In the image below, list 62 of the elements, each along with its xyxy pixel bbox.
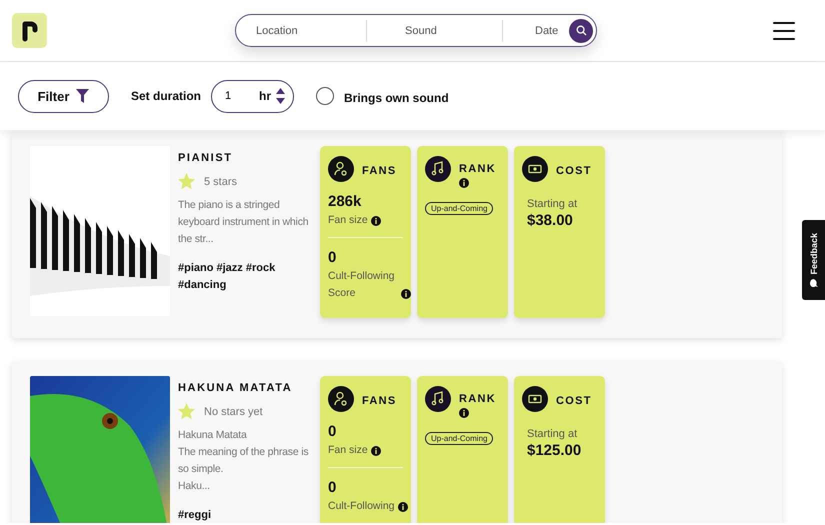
- rank-heading: RANK: [459, 163, 496, 175]
- info-icon: [401, 289, 411, 299]
- fan-size-value: 286k: [328, 193, 362, 210]
- unit-label: hr: [259, 89, 272, 103]
- cult-score-label: Cult-Following: [328, 499, 395, 514]
- listing-title: PIANIST: [178, 152, 234, 164]
- info-icon: [370, 446, 381, 456]
- fans-heading: FANS: [362, 395, 397, 407]
- search-field[interactable]: Location: [254, 24, 366, 38]
- listing-tags: #piano #jazz #rock #dancing: [178, 260, 312, 294]
- fan-size-label: Fan size: [328, 443, 368, 458]
- cult-score-label: Cult-Following Score: [328, 269, 396, 301]
- speech-bubble-icon: [810, 278, 818, 287]
- price-prefix: Starting at: [527, 198, 578, 210]
- rank-badge: Up-and-Coming: [425, 432, 494, 445]
- price-value: $38.00: [527, 212, 574, 229]
- listing-title: HAKUNA MATATA: [178, 382, 294, 394]
- cash-icon: [522, 386, 548, 412]
- search-icon: [576, 25, 586, 36]
- cult-score-value: 0: [328, 249, 338, 266]
- funnel-icon: [76, 89, 90, 103]
- own-sound-checkbox[interactable]: [316, 87, 334, 105]
- price-prefix: Starting at: [527, 428, 578, 440]
- info-icon: [459, 178, 469, 188]
- cash-icon: [522, 156, 548, 182]
- cost-heading: COST: [556, 165, 592, 177]
- listing-description: The piano is a stringed keyboard instrument in which the str...: [178, 198, 310, 247]
- info-icon: [370, 216, 381, 226]
- fan-size-label: Fan size: [328, 213, 368, 228]
- info-icon: [398, 502, 408, 512]
- music-note-icon: [425, 156, 451, 182]
- cult-score-value: 0: [328, 479, 338, 496]
- filter-button[interactable]: Filter: [18, 80, 109, 112]
- person-icon: [328, 156, 354, 182]
- duration-stepper[interactable]: 1 hr: [211, 80, 294, 112]
- info-icon: [459, 408, 469, 418]
- fan-size-value: 0: [328, 423, 338, 440]
- cost-heading: COST: [556, 395, 592, 407]
- price-value: $125.00: [527, 442, 582, 459]
- search-button[interactable]: [569, 18, 593, 42]
- search-field[interactable]: Date: [533, 24, 569, 38]
- listing-card[interactable]: PIANIST 5 stars The piano is a stringed keyboard instrument in which the str... #piano #jazz #rock #dancing FANS 286k Fan size 0 Cult-Following Score RANK Up-and-Coming COST Starting at $38.00: [12, 132, 782, 338]
- rating-text: No stars yet: [204, 406, 263, 418]
- feedback-button[interactable]: Feedback: [802, 220, 825, 300]
- rank-badge: Up-and-Coming: [425, 202, 494, 215]
- duration-label: Set duration: [131, 89, 202, 103]
- search-field[interactable]: Sound: [403, 24, 502, 38]
- rank-heading: RANK: [459, 393, 496, 405]
- own-sound-label: Brings own sound: [344, 90, 449, 104]
- down-arrow-icon[interactable]: [276, 98, 286, 104]
- star-icon: [178, 173, 195, 190]
- music-note-icon: [425, 386, 451, 412]
- star-icon: [178, 403, 195, 420]
- listing-description: Hakuna Matata The meaning of the phrase is so simple. Haku...: [178, 428, 310, 494]
- person-icon: [328, 386, 354, 412]
- menu-button[interactable]: [773, 22, 795, 40]
- up-arrow-icon[interactable]: [276, 88, 286, 94]
- listing-card[interactable]: HAKUNA MATATA No stars yet Hakuna Matata The meaning of the phrase is so simple. Haku... #reggi FANS 0 Fan size 0 Cult-Following RANK Up-and-Coming COST Starting at $125.00: [12, 362, 782, 523]
- listing-tags: #reggi: [178, 507, 312, 523]
- fans-heading: FANS: [362, 165, 397, 177]
- app-logo[interactable]: [12, 13, 47, 48]
- rating-text: 5 stars: [204, 176, 238, 188]
